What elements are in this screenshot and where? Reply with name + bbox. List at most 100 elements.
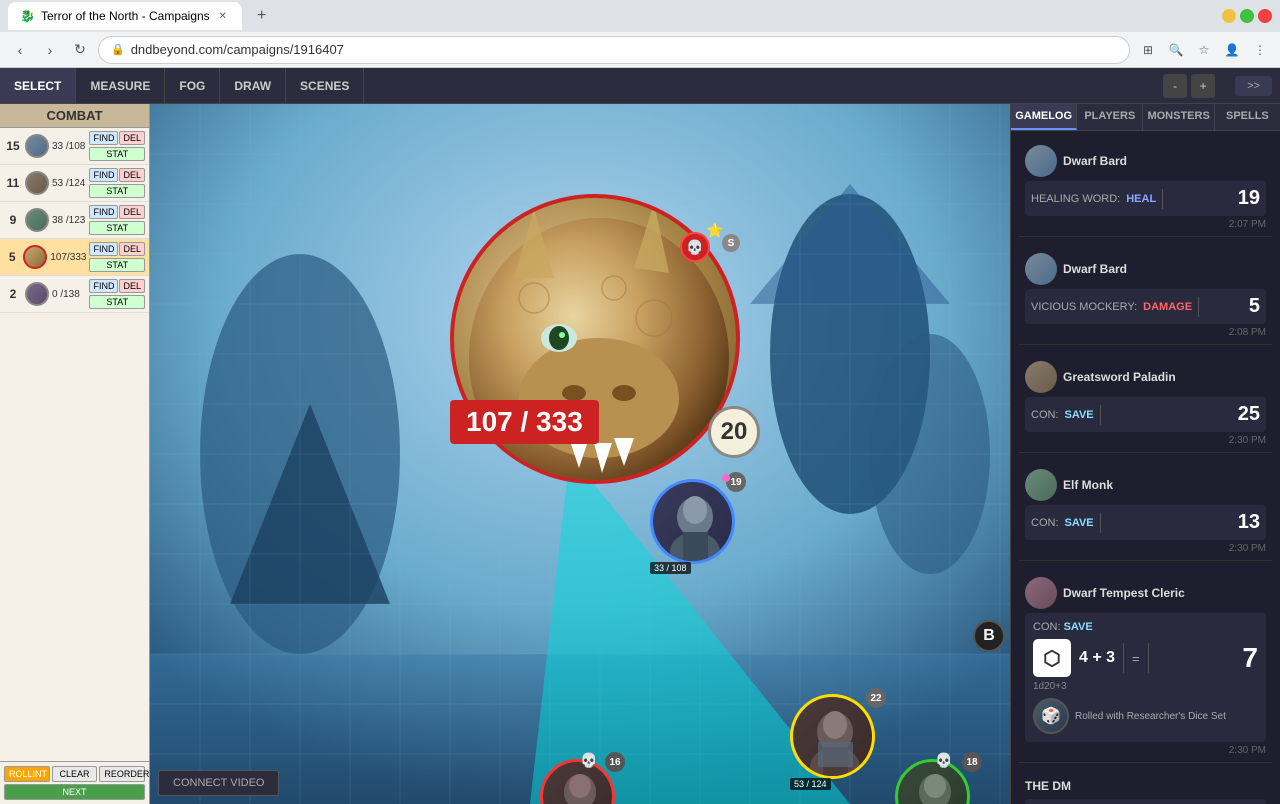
address-bar[interactable]: 🔒 dndbeyond.com/campaigns/1916407: [98, 36, 1130, 64]
action-name-3[interactable]: SAVE: [1065, 409, 1094, 421]
s-badge: S: [722, 234, 740, 252]
app-container: SELECT MEASURE FOG DRAW SCENES - + >> CO…: [0, 68, 1280, 804]
next-button[interactable]: NEXT: [4, 784, 145, 800]
result-2: 5: [1249, 295, 1260, 318]
combat-item-3: 9 38 /123 FIND DEL STAT: [0, 202, 149, 239]
dragon-ac-badge: 20: [708, 406, 760, 458]
connect-video-button[interactable]: CONNECT VIDEO: [158, 770, 279, 796]
back-button[interactable]: ‹: [8, 38, 32, 62]
result-4: 13: [1238, 511, 1260, 534]
url-text: dndbeyond.com/campaigns/1916407: [131, 42, 344, 57]
tab-title: Terror of the North - Campaigns: [41, 9, 210, 23]
roll-display: ⬡ 4 + 3 = 7: [1033, 639, 1258, 677]
tab-favicon: 🐉: [20, 9, 35, 23]
time-2: 2:08 PM: [1025, 327, 1266, 338]
maximize-button[interactable]: [1240, 9, 1254, 23]
menu-button[interactable]: ⋮: [1248, 38, 1272, 62]
security-lock-icon: 🔒: [111, 43, 125, 56]
stat-btn-3[interactable]: STAT: [89, 221, 145, 235]
find-btn-2[interactable]: FIND: [89, 168, 118, 182]
skull-icon-green: 💀: [935, 752, 952, 769]
find-btn-4[interactable]: FIND: [89, 242, 118, 256]
select-tool-button[interactable]: SELECT: [0, 68, 76, 103]
separator-4: [1100, 513, 1101, 533]
action-prefix-4: CON:: [1031, 517, 1059, 529]
log-action-row-2: VICIOUS MOCKERY: DAMAGE 5: [1025, 289, 1266, 324]
del-btn-5[interactable]: DEL: [119, 279, 145, 293]
stat-btn-2[interactable]: STAT: [89, 184, 145, 198]
find-btn-3[interactable]: FIND: [89, 205, 118, 219]
action-name-4[interactable]: SAVE: [1065, 517, 1094, 529]
tab-close-button[interactable]: ✕: [216, 9, 230, 23]
del-btn-1[interactable]: DEL: [119, 131, 145, 145]
forward-arrow-button[interactable]: >>: [1235, 76, 1272, 96]
nav-icons: ⊞ 🔍 ☆ 👤 ⋮: [1136, 38, 1272, 62]
skull-icon-red: 💀: [580, 752, 597, 769]
forward-button[interactable]: ›: [38, 38, 62, 62]
roll-dice-set-text: Rolled with Researcher's Dice Set: [1075, 711, 1226, 722]
character-name-5: Dwarf Tempest Cleric: [1063, 586, 1185, 600]
del-btn-2[interactable]: DEL: [119, 168, 145, 182]
log-entry-1: Dwarf Bard HEALING WORD: HEAL 19 2:07 PM: [1019, 139, 1272, 237]
right-tabs: GAMELOG PLAYERS MONSTERS SPELLS: [1011, 104, 1280, 131]
extensions-button[interactable]: ⊞: [1136, 38, 1160, 62]
rollint-button[interactable]: ROLLINT: [4, 766, 50, 782]
find-btn-5[interactable]: FIND: [89, 279, 118, 293]
bookmark-button[interactable]: ☆: [1192, 38, 1216, 62]
avatar-3: [25, 208, 49, 232]
roll-formula: 4 + 3: [1079, 649, 1115, 667]
combat-header: COMBAT: [0, 104, 149, 128]
time-4: 2:30 PM: [1025, 543, 1266, 554]
reorder-button[interactable]: REORDER: [99, 766, 145, 782]
new-tab-button[interactable]: +: [250, 4, 274, 28]
hp-nums-4: 107/333: [50, 252, 86, 263]
tab-players[interactable]: PLAYERS: [1077, 104, 1143, 130]
dragon-hp-bar: 107 / 333: [450, 400, 599, 444]
hp-info-2: 53 /124: [52, 178, 86, 189]
del-btn-3[interactable]: DEL: [119, 205, 145, 219]
stat-btn-5[interactable]: STAT: [89, 295, 145, 309]
tab-spells[interactable]: SPELLS: [1215, 104, 1280, 130]
action-name-1[interactable]: HEAL: [1126, 193, 1156, 205]
map-area[interactable]: 💀 ⭐ S 107 / 333 20 33 / 108 19: [150, 104, 1010, 804]
roll-save-link[interactable]: SAVE: [1064, 621, 1093, 633]
scenes-tool-button[interactable]: SCENES: [286, 68, 364, 103]
minimize-button[interactable]: [1222, 9, 1236, 23]
dm-entry: THE DM: [1019, 773, 1272, 804]
tab-gamelog[interactable]: GAMELOG: [1011, 104, 1077, 130]
combat-btns-1: FIND DEL STAT: [89, 131, 145, 161]
gamelog-content: Dwarf Bard HEALING WORD: HEAL 19 2:07 PM: [1011, 131, 1280, 804]
roll-equals: =: [1132, 651, 1140, 666]
combat-item-2: 11 53 /124 FIND DEL STAT: [0, 165, 149, 202]
fog-tool-button[interactable]: FOG: [165, 68, 220, 103]
zoom-button[interactable]: 🔍: [1164, 38, 1188, 62]
clear-button[interactable]: CLEAR: [52, 766, 98, 782]
reload-button[interactable]: ↻: [68, 38, 92, 62]
dm-label: THE DM: [1025, 779, 1266, 793]
action-name-2[interactable]: DAMAGE: [1143, 301, 1192, 313]
close-button[interactable]: [1258, 9, 1272, 23]
profile-button[interactable]: 👤: [1220, 38, 1244, 62]
toolbar: SELECT MEASURE FOG DRAW SCENES - + >>: [0, 68, 1280, 104]
log-entry-3: Greatsword Paladin CON: SAVE 25 2:30 PM: [1019, 355, 1272, 453]
combat-panel: COMBAT 15 33 /108 FIND DEL STAT: [0, 104, 150, 804]
find-btn-1[interactable]: FIND: [89, 131, 118, 145]
stat-btn-1[interactable]: STAT: [89, 147, 145, 161]
right-panel: GAMELOG PLAYERS MONSTERS SPELLS Dwarf Ba…: [1010, 104, 1280, 804]
gamelog-scroll-container[interactable]: Dwarf Bard HEALING WORD: HEAL 19 2:07 PM: [1011, 131, 1280, 804]
yellow-token[interactable]: [790, 694, 875, 779]
initiative-3: 9: [4, 213, 22, 227]
combat-btns-3: FIND DEL STAT: [89, 205, 145, 235]
tab-monsters[interactable]: MONSTERS: [1143, 104, 1214, 130]
roll-action-text: CON: SAVE: [1033, 621, 1258, 633]
stat-btn-4[interactable]: STAT: [89, 258, 145, 272]
browser-tab[interactable]: 🐉 Terror of the North - Campaigns ✕: [8, 2, 242, 30]
draw-tool-button[interactable]: DRAW: [220, 68, 286, 103]
del-btn-4[interactable]: DEL: [119, 242, 145, 256]
measure-tool-button[interactable]: MEASURE: [76, 68, 165, 103]
blue-token[interactable]: [650, 479, 735, 564]
map-plus-button[interactable]: +: [1191, 74, 1215, 98]
map-minus-button[interactable]: -: [1163, 74, 1187, 98]
roll-dice-set-row: 🎲 Rolled with Researcher's Dice Set: [1033, 698, 1258, 734]
hp-info-3: 38 /123: [52, 215, 86, 226]
